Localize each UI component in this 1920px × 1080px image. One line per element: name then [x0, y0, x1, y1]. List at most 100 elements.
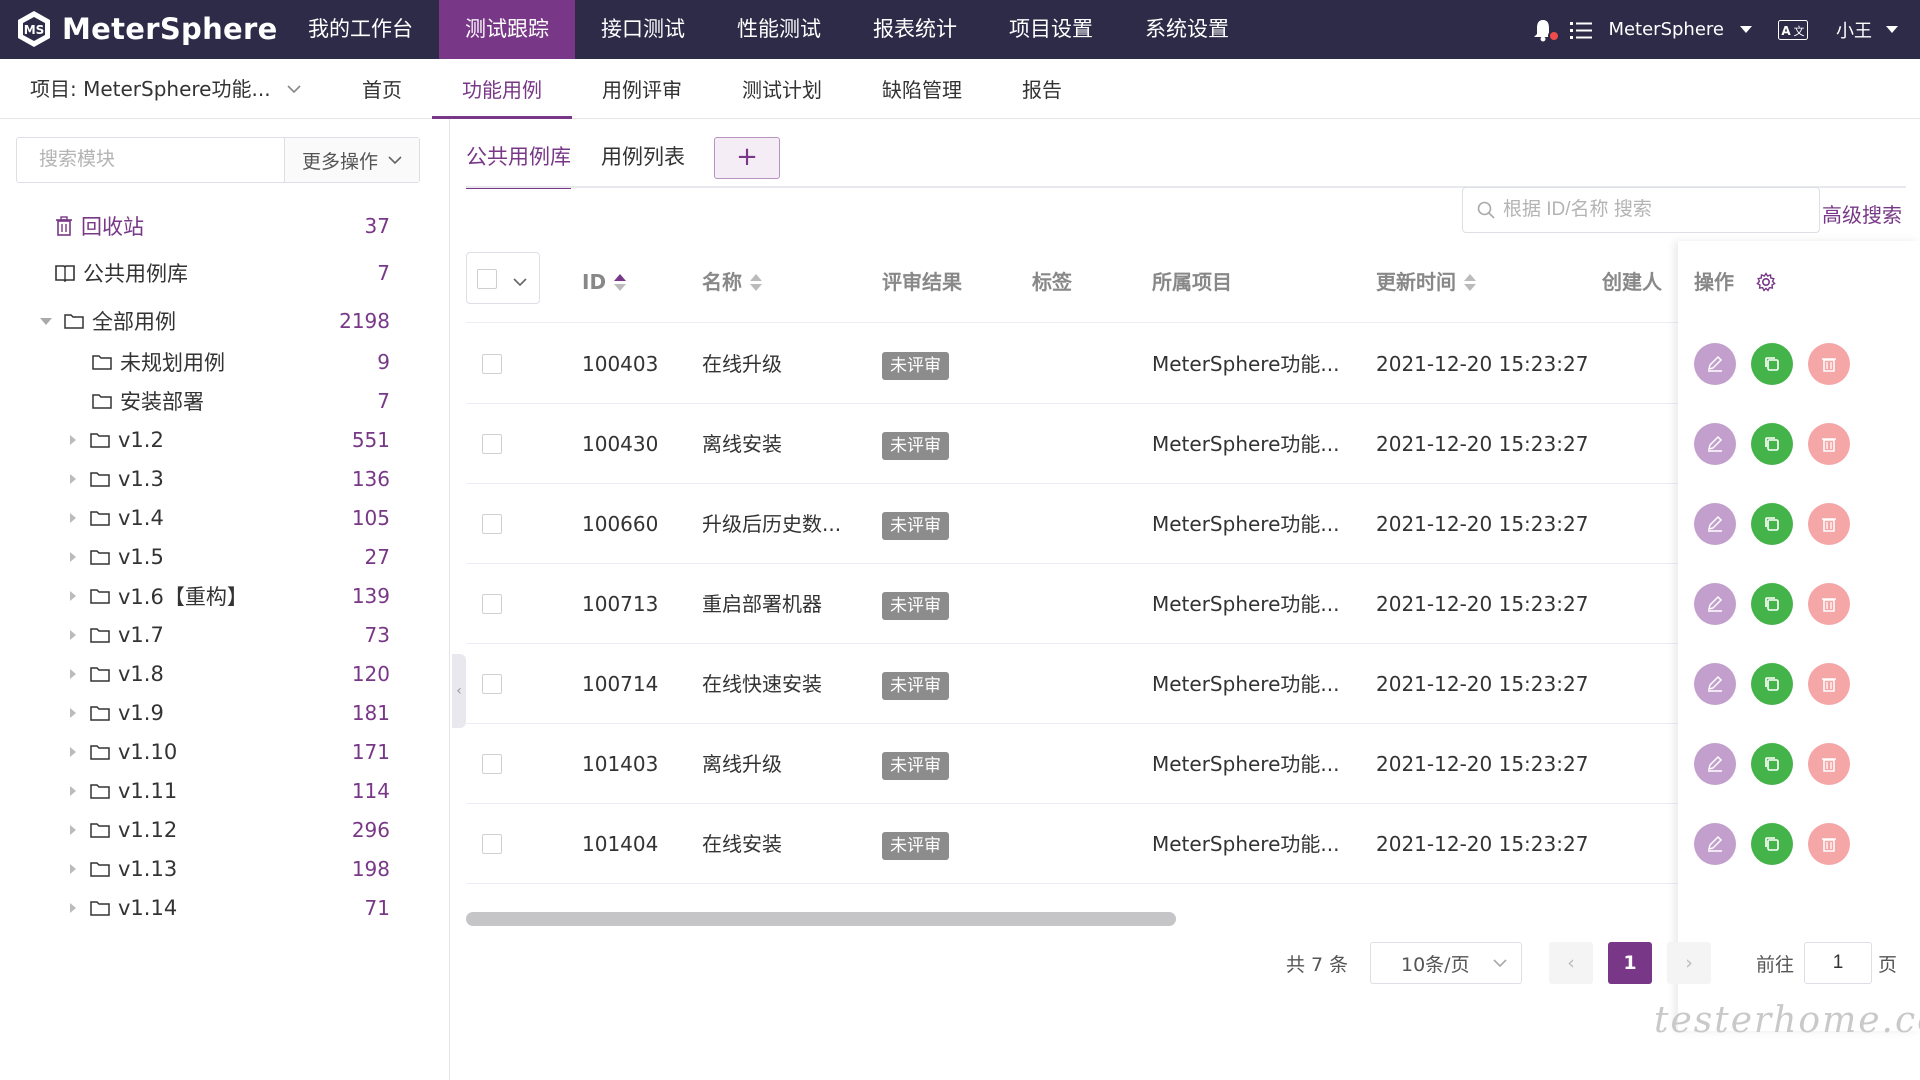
cell-name[interactable]: 离线升级 [702, 724, 872, 804]
copy-button[interactable] [1751, 663, 1793, 705]
select-all-checkbox[interactable] [477, 269, 497, 289]
tree-item-public-library[interactable]: 公共用例库 7 [0, 255, 410, 291]
prev-page-button[interactable]: ‹ [1549, 942, 1593, 984]
folder-icon [90, 667, 110, 682]
subtab-defect-management[interactable]: 缺陷管理 [852, 59, 992, 119]
copy-button[interactable] [1751, 503, 1793, 545]
sort-icon[interactable] [614, 273, 627, 291]
more-actions-dropdown[interactable]: 更多操作 [284, 138, 419, 182]
tree-item[interactable]: v1.10 171 [0, 734, 410, 770]
caret-right-icon [70, 474, 76, 484]
edit-button[interactable] [1694, 343, 1736, 385]
subtab-home[interactable]: 首页 [332, 59, 432, 119]
topnav-system-settings[interactable]: 系统设置 [1119, 0, 1255, 59]
tree-item[interactable]: v1.9 181 [0, 695, 410, 731]
language-switch-icon[interactable]: A文 [1778, 19, 1808, 40]
page-size-select[interactable]: 10条/页 [1370, 942, 1522, 984]
row-checkbox[interactable] [482, 594, 502, 614]
horizontal-scrollbar[interactable] [466, 912, 1176, 926]
app-logo[interactable]: MS MeterSphere [14, 6, 278, 52]
row-checkbox[interactable] [482, 434, 502, 454]
workspace-selector[interactable]: MeterSphere [1608, 19, 1752, 40]
copy-button[interactable] [1751, 343, 1793, 385]
delete-button[interactable] [1808, 823, 1850, 865]
tree-item[interactable]: v1.8 120 [0, 656, 410, 692]
topnav-api-test[interactable]: 接口测试 [575, 0, 711, 59]
delete-button[interactable] [1808, 663, 1850, 705]
cell-name[interactable]: 在线安装 [702, 804, 872, 884]
row-checkbox[interactable] [482, 514, 502, 534]
select-all-dropdown[interactable] [466, 252, 540, 304]
cell-name[interactable]: 升级后历史数... [702, 484, 872, 564]
notification-bell-icon[interactable] [1532, 18, 1561, 42]
tree-item[interactable]: v1.3 136 [0, 461, 410, 497]
tree-item[interactable]: 未规划用例 9 [0, 344, 410, 380]
row-checkbox[interactable] [482, 674, 502, 694]
tree-item[interactable]: v1.13 198 [0, 851, 410, 887]
topnav-performance-test[interactable]: 性能测试 [711, 0, 847, 59]
sort-icon[interactable] [1464, 273, 1476, 291]
row-checkbox[interactable] [482, 754, 502, 774]
tree-item-label: 未规划用例 [120, 351, 225, 375]
topnav-test-tracking[interactable]: 测试跟踪 [439, 0, 575, 59]
copy-button[interactable] [1751, 823, 1793, 865]
sidebar-collapse-handle[interactable]: ‹ [452, 654, 466, 728]
column-updated[interactable]: 更新时间 [1376, 241, 1476, 323]
cell-name[interactable]: 离线安装 [702, 404, 872, 484]
tree-item[interactable]: v1.14 71 [0, 890, 410, 926]
edit-button[interactable] [1694, 823, 1736, 865]
edit-button[interactable] [1694, 743, 1736, 785]
tree-item[interactable]: v1.2 551 [0, 422, 410, 458]
copy-button[interactable] [1751, 423, 1793, 465]
tree-item[interactable]: v1.12 296 [0, 812, 410, 848]
edit-button[interactable] [1694, 583, 1736, 625]
tree-item[interactable]: v1.5 27 [0, 539, 410, 575]
subtab-report[interactable]: 报告 [992, 59, 1092, 119]
tree-item-all-cases[interactable]: 全部用例 2198 [0, 303, 410, 339]
tree-item[interactable]: v1.4 105 [0, 500, 410, 536]
user-menu[interactable]: 小王 [1836, 17, 1898, 43]
next-page-button[interactable]: › [1667, 942, 1711, 984]
page-suffix: 页 [1878, 953, 1898, 976]
delete-button[interactable] [1808, 743, 1850, 785]
tab-public-library[interactable]: 公共用例库 [466, 137, 571, 189]
edit-button[interactable] [1694, 423, 1736, 465]
delete-button[interactable] [1808, 423, 1850, 465]
row-checkbox[interactable] [482, 834, 502, 854]
topnav-workbench[interactable]: 我的工作台 [282, 0, 439, 59]
column-id[interactable]: ID [582, 241, 627, 323]
delete-button[interactable] [1808, 343, 1850, 385]
module-search-input[interactable] [17, 138, 284, 182]
row-checkbox[interactable] [482, 354, 502, 374]
project-selector[interactable]: 项目: MeterSphere功能... [30, 59, 301, 119]
advanced-search-link[interactable]: 高级搜索 [1822, 199, 1902, 228]
case-search-input[interactable] [1503, 199, 1803, 221]
copy-button[interactable] [1751, 583, 1793, 625]
workspace-list-icon[interactable] [1570, 20, 1593, 40]
edit-button[interactable] [1694, 663, 1736, 705]
tree-item[interactable]: v1.7 73 [0, 617, 410, 653]
tree-item[interactable]: v1.11 114 [0, 773, 410, 809]
tree-item[interactable]: 安装部署 7 [0, 383, 410, 419]
tree-item-recycle-bin[interactable]: 回收站 37 [0, 208, 410, 244]
copy-button[interactable] [1751, 743, 1793, 785]
subtab-case-review[interactable]: 用例评审 [572, 59, 712, 119]
cell-name[interactable]: 在线升级 [702, 324, 872, 404]
current-page-button[interactable]: 1 [1608, 942, 1652, 984]
edit-button[interactable] [1694, 503, 1736, 545]
subtab-test-plan[interactable]: 测试计划 [712, 59, 852, 119]
gear-icon[interactable] [1756, 272, 1776, 292]
delete-button[interactable] [1808, 503, 1850, 545]
tree-item[interactable]: v1.6【重构】 139 [0, 578, 410, 614]
topnav-reports[interactable]: 报表统计 [847, 0, 983, 59]
sort-icon[interactable] [750, 273, 762, 291]
column-name[interactable]: 名称 [702, 241, 762, 323]
topnav-project-settings[interactable]: 项目设置 [983, 0, 1119, 59]
add-tab-button[interactable]: + [714, 137, 780, 179]
subtab-functional-cases[interactable]: 功能用例 [432, 59, 572, 119]
cell-name[interactable]: 在线快速安装 [702, 644, 872, 724]
tab-case-list[interactable]: 用例列表 [601, 137, 685, 189]
goto-page-input[interactable] [1804, 942, 1873, 984]
cell-name[interactable]: 重启部署机器 [702, 564, 872, 644]
delete-button[interactable] [1808, 583, 1850, 625]
